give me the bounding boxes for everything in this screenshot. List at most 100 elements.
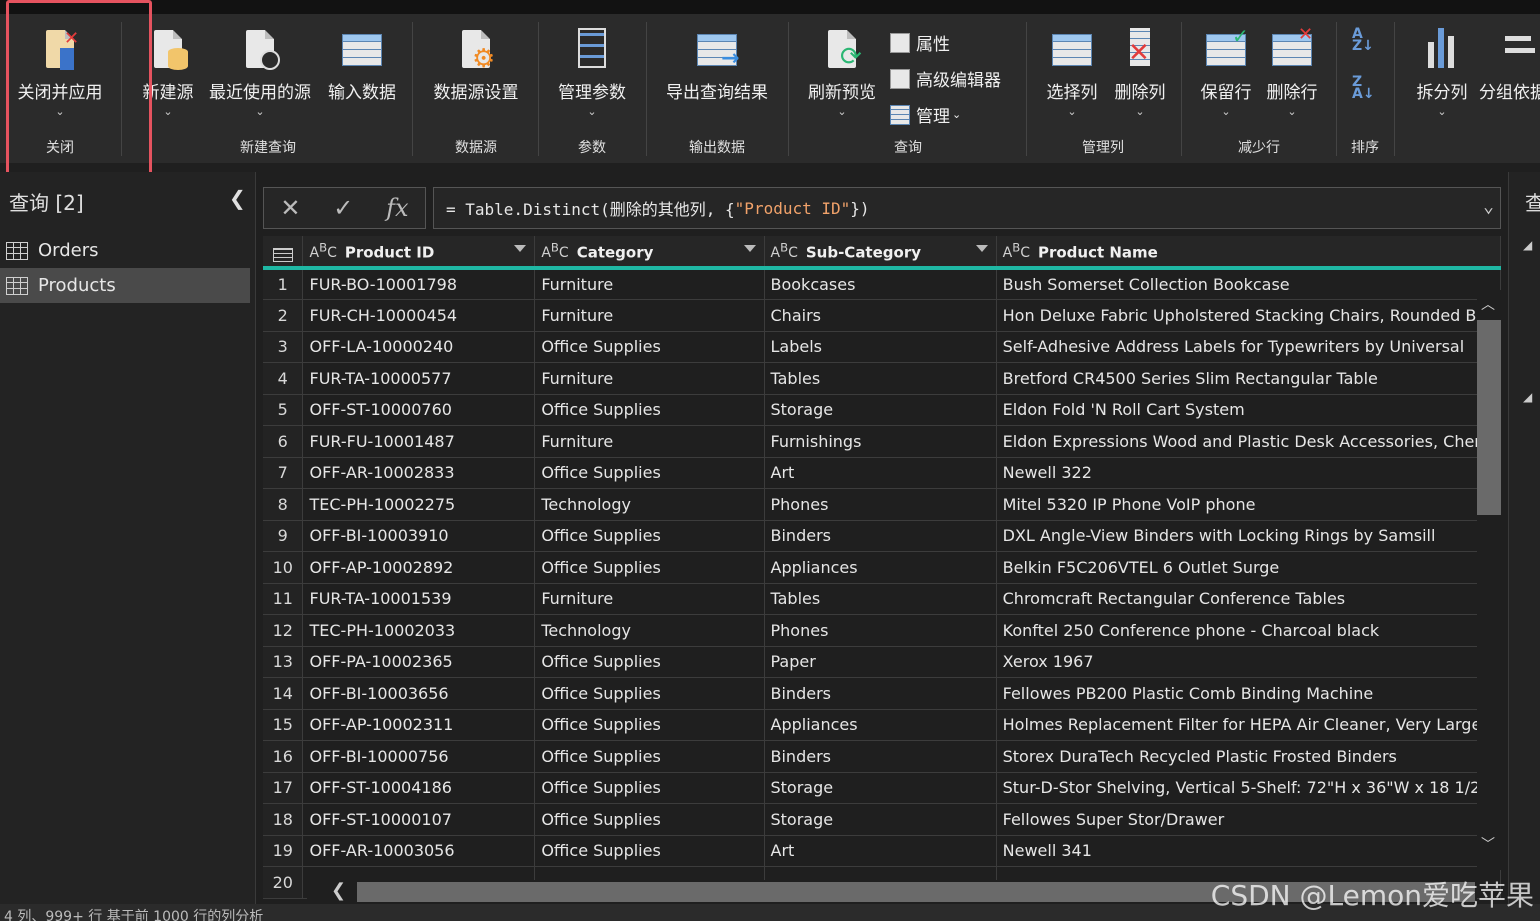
table-cell[interactable]: Konftel 250 Conference phone - Charcoal … bbox=[996, 614, 1501, 647]
row-number[interactable]: 1 bbox=[263, 268, 304, 300]
table-cell[interactable]: OFF-AP-10002311 bbox=[302, 709, 536, 741]
table-cell[interactable]: Technology bbox=[534, 488, 765, 521]
table-cell[interactable]: Furniture bbox=[534, 425, 765, 458]
table-cell[interactable]: Xerox 1967 bbox=[996, 646, 1501, 678]
scroll-thumb[interactable] bbox=[1477, 320, 1501, 515]
table-cell[interactable]: OFF-LA-10000240 bbox=[302, 331, 536, 363]
table-cell[interactable]: FUR-BO-10001798 bbox=[302, 268, 536, 300]
table-cell[interactable]: Tables bbox=[764, 583, 997, 615]
table-cell[interactable]: Office Supplies bbox=[534, 394, 765, 426]
refresh-preview-button[interactable]: ⟳ 刷新预览 ⌄ bbox=[802, 24, 882, 118]
column-header[interactable]: ABC Product ID bbox=[302, 236, 536, 270]
recent-sources-button[interactable]: 最近使用的源 ⌄ bbox=[204, 24, 316, 118]
table-cell[interactable]: Tables bbox=[764, 362, 997, 395]
table-row[interactable]: 13 OFF-PA-10002365 Office Supplies Paper Xer… bbox=[263, 646, 1501, 678]
table-cell[interactable]: OFF-AP-10002892 bbox=[302, 551, 536, 584]
table-cell[interactable]: OFF-PA-10002365 bbox=[302, 646, 536, 678]
table-cell[interactable]: Belkin F5C206VTEL 6 Outlet Surge bbox=[996, 551, 1501, 584]
table-cell[interactable]: OFF-BI-10003656 bbox=[302, 677, 536, 710]
table-cell[interactable]: OFF-BI-10000756 bbox=[302, 740, 536, 773]
table-cell[interactable]: Bretford CR4500 Series Slim Rectangular … bbox=[996, 362, 1501, 395]
row-number[interactable]: 6 bbox=[263, 425, 304, 458]
table-row[interactable]: 15 OFF-AP-10002311 Office Supplies Applianc… bbox=[263, 709, 1501, 741]
table-cell[interactable]: Office Supplies bbox=[534, 551, 765, 584]
table-row[interactable]: 12 TEC-PH-10002033 Technology Phones Konftel… bbox=[263, 614, 1501, 647]
table-cell[interactable]: Office Supplies bbox=[534, 772, 765, 804]
sort-descending-button[interactable]: Z A↓ bbox=[1352, 75, 1375, 101]
query-item-products[interactable]: Products bbox=[0, 268, 250, 303]
table-cell[interactable]: Bush Somerset Collection Bookcase bbox=[996, 268, 1501, 300]
table-cell[interactable]: Labels bbox=[764, 331, 997, 363]
table-cell[interactable]: OFF-ST-10000107 bbox=[302, 803, 536, 836]
formula-input[interactable]: = Table.Distinct(删除的其他列, {"Product ID"})… bbox=[433, 187, 1501, 229]
table-cell[interactable]: Fellowes Super Stor/Drawer bbox=[996, 803, 1501, 836]
table-cell[interactable]: Phones bbox=[764, 614, 997, 647]
table-row[interactable]: 2 FUR-CH-10000454 Furniture Chairs Hon Delux… bbox=[263, 299, 1501, 332]
table-cell[interactable]: Office Supplies bbox=[534, 803, 765, 836]
remove-rows-button[interactable]: ✕ 删除行 ⌄ bbox=[1260, 24, 1324, 118]
table-cell[interactable]: OFF-BI-10003910 bbox=[302, 520, 536, 552]
properties-button[interactable]: 属性 bbox=[890, 30, 950, 55]
text-type-icon[interactable]: ABC bbox=[771, 241, 798, 262]
table-cell[interactable]: FUR-CH-10000454 bbox=[302, 299, 536, 332]
row-number[interactable]: 15 bbox=[263, 709, 304, 741]
table-cell[interactable]: Furniture bbox=[534, 362, 765, 395]
table-cell[interactable]: Phones bbox=[764, 488, 997, 521]
vertical-scrollbar[interactable]: ︿ ﹀ bbox=[1477, 290, 1501, 870]
table-cell[interactable]: Stur-D-Stor Shelving, Vertical 5-Shelf: … bbox=[996, 772, 1501, 804]
filter-dropdown-icon[interactable] bbox=[743, 245, 756, 252]
table-row[interactable]: 6 FUR-FU-10001487 Furniture Furnishings Eldo… bbox=[263, 425, 1501, 458]
table-cell[interactable]: Furniture bbox=[534, 583, 765, 615]
row-number[interactable]: 7 bbox=[263, 457, 304, 489]
row-number[interactable]: 10 bbox=[263, 551, 304, 584]
table-cell[interactable]: OFF-ST-10000760 bbox=[302, 394, 536, 426]
table-cell[interactable]: FUR-TA-10001539 bbox=[302, 583, 536, 615]
table-cell[interactable]: Eldon Fold 'N Roll Cart System bbox=[996, 394, 1501, 426]
table-cell[interactable]: FUR-TA-10000577 bbox=[302, 362, 536, 395]
data-source-settings-button[interactable]: ⚙ 数据源设置 bbox=[430, 24, 522, 103]
table-cell[interactable]: Appliances bbox=[764, 709, 997, 741]
filter-dropdown-icon[interactable] bbox=[975, 245, 988, 252]
row-number[interactable]: 5 bbox=[263, 394, 304, 426]
row-number[interactable]: 17 bbox=[263, 772, 304, 804]
row-number[interactable]: 3 bbox=[263, 331, 304, 363]
table-cell[interactable]: Appliances bbox=[764, 551, 997, 584]
table-cell[interactable]: TEC-PH-10002275 bbox=[302, 488, 536, 521]
table-cell[interactable]: Office Supplies bbox=[534, 677, 765, 710]
text-type-icon[interactable]: ABC bbox=[1003, 241, 1030, 262]
table-row[interactable]: 18 OFF-ST-10000107 Office Supplies Storage F… bbox=[263, 803, 1501, 836]
row-number[interactable]: 2 bbox=[263, 299, 304, 332]
keep-rows-button[interactable]: ✓ 保留行 ⌄ bbox=[1194, 24, 1258, 118]
table-cell[interactable]: Office Supplies bbox=[534, 646, 765, 678]
confirm-icon[interactable]: ✓ bbox=[333, 194, 353, 222]
enter-data-button[interactable]: 输入数据 bbox=[324, 24, 400, 103]
table-cell[interactable]: Binders bbox=[764, 740, 997, 773]
row-number[interactable]: 16 bbox=[263, 740, 304, 773]
table-cell[interactable]: OFF-AR-10002833 bbox=[302, 457, 536, 489]
table-cell[interactable]: Furnishings bbox=[764, 425, 997, 458]
table-cell[interactable]: TEC-PH-10002033 bbox=[302, 614, 536, 647]
row-number[interactable]: 19 bbox=[263, 835, 304, 867]
table-cell[interactable]: Binders bbox=[764, 520, 997, 552]
table-cell[interactable]: FUR-FU-10001487 bbox=[302, 425, 536, 458]
table-cell[interactable]: Storex DuraTech Recycled Plastic Frosted… bbox=[996, 740, 1501, 773]
table-cell[interactable]: Storage bbox=[764, 803, 997, 836]
column-header[interactable]: ABC Product Name bbox=[996, 236, 1501, 270]
table-cell[interactable]: Storage bbox=[764, 772, 997, 804]
table-row[interactable]: 14 OFF-BI-10003656 Office Supplies Binders F… bbox=[263, 677, 1501, 710]
text-type-icon[interactable]: ABC bbox=[309, 241, 336, 262]
table-cell[interactable]: Technology bbox=[534, 614, 765, 647]
table-cell[interactable]: Hon Deluxe Fabric Upholstered Stacking C… bbox=[996, 299, 1501, 332]
row-number[interactable]: 13 bbox=[263, 646, 304, 678]
table-cell[interactable]: Chairs bbox=[764, 299, 997, 332]
table-cell[interactable]: Eldon Expressions Wood and Plastic Desk … bbox=[996, 425, 1501, 458]
table-cell[interactable]: Office Supplies bbox=[534, 520, 765, 552]
scroll-up-icon[interactable]: ︿ bbox=[1481, 294, 1495, 314]
remove-columns-button[interactable]: ✕ 删除列 ⌄ bbox=[1108, 24, 1172, 118]
column-header[interactable]: ABC Sub-Category bbox=[764, 236, 997, 270]
cancel-icon[interactable]: ✕ bbox=[280, 194, 300, 222]
table-row[interactable]: 1 FUR-BO-10001798 Furniture Bookcases Bush S… bbox=[263, 268, 1501, 300]
table-cell[interactable]: Fellowes PB200 Plastic Comb Binding Mach… bbox=[996, 677, 1501, 710]
column-header[interactable]: ABC Category bbox=[534, 236, 765, 270]
table-cell[interactable]: Chromcraft Rectangular Conference Tables bbox=[996, 583, 1501, 615]
